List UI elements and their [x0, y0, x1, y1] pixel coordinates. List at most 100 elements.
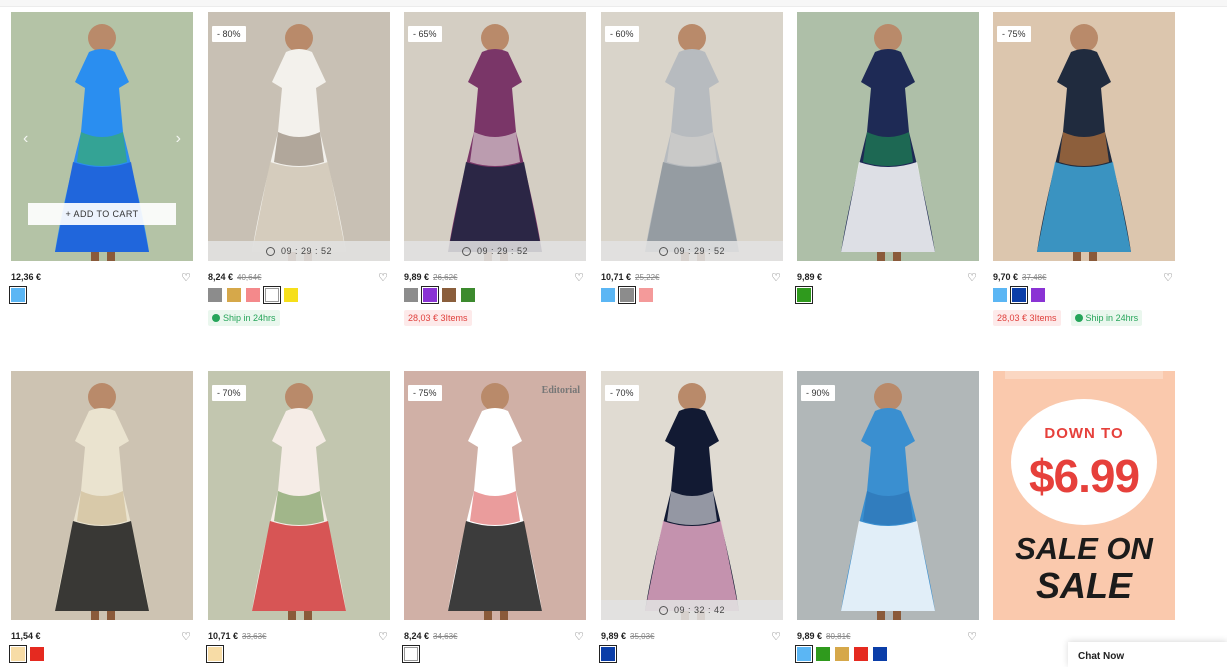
color-swatches	[208, 286, 390, 304]
product-image-art	[601, 12, 783, 261]
color-swatch[interactable]	[442, 288, 456, 302]
color-swatch[interactable]	[404, 288, 418, 302]
color-swatch[interactable]	[284, 288, 298, 302]
color-swatch[interactable]	[795, 286, 813, 304]
heart-icon[interactable]: ♡	[967, 271, 977, 284]
product-card[interactable]: 9,89 € ♡	[795, 12, 979, 304]
price-row: 12,36 € ♡	[11, 272, 193, 286]
color-swatch[interactable]	[835, 647, 849, 661]
product-card[interactable]: - 60% 09 : 29 : 52 10,71 €25,22€ ♡	[601, 12, 783, 304]
color-swatches	[404, 286, 586, 304]
countdown-timer: 09 : 32 : 42	[601, 600, 783, 620]
product-card[interactable]: - 70% 10,71 €33,63€ ♡	[206, 371, 390, 663]
product-card[interactable]: - 75% 9,70 €37,48€ ♡ 28,03 € 3Items Ship in …	[993, 12, 1175, 326]
product-image[interactable]: + ADD TO CART ‹ ›	[11, 12, 193, 261]
color-swatch[interactable]	[599, 645, 617, 663]
color-swatches	[402, 645, 586, 663]
color-swatches	[206, 645, 390, 663]
price: 9,70 €	[993, 272, 1019, 282]
chat-now-button[interactable]: Chat Now	[1068, 642, 1227, 667]
product-card[interactable]: - 65% 09 : 29 : 52 9,89 €26,62€ ♡ 28,03 € 3I…	[404, 12, 586, 326]
product-image[interactable]: - 80% 09 : 29 : 52	[208, 12, 390, 261]
heart-icon[interactable]: ♡	[967, 630, 977, 643]
heart-icon[interactable]: ♡	[1163, 271, 1173, 284]
product-image[interactable]: - 65% 09 : 29 : 52	[404, 12, 586, 261]
prev-image-icon[interactable]: ‹	[23, 130, 28, 148]
product-card[interactable]: - 90% 9,89 €80,81€ ♡	[795, 371, 979, 663]
color-swatch[interactable]	[9, 645, 27, 663]
product-card[interactable]: - 75% Editorial 8,24 €34,63€ ♡	[402, 371, 586, 663]
color-swatch[interactable]	[1031, 288, 1045, 302]
product-image-art	[404, 371, 586, 620]
price-row: 11,54 € ♡	[11, 631, 193, 645]
color-swatch[interactable]	[208, 288, 222, 302]
product-image[interactable]	[11, 371, 193, 620]
color-swatch[interactable]	[854, 647, 868, 661]
color-swatch[interactable]	[246, 288, 260, 302]
top-divider	[0, 0, 1227, 7]
heart-icon[interactable]: ♡	[574, 630, 584, 643]
timer-text: 09 : 29 : 52	[280, 246, 333, 256]
heart-icon[interactable]: ♡	[771, 271, 781, 284]
original-price: 33,63€	[242, 632, 267, 641]
color-swatch[interactable]	[402, 645, 420, 663]
discount-badge: - 60%	[605, 26, 639, 42]
price-row: 8,24 €40,64€ ♡	[208, 272, 390, 286]
product-image-art	[208, 12, 390, 261]
clock-icon	[658, 246, 668, 256]
color-swatch[interactable]	[795, 645, 813, 663]
color-swatch[interactable]	[1010, 286, 1028, 304]
product-image[interactable]: - 90%	[797, 371, 979, 620]
timer-text: 09 : 32 : 42	[673, 605, 726, 615]
promo-banner[interactable]: DOWN TO $6.99 SALE ON SALE	[993, 371, 1175, 620]
color-swatch[interactable]	[639, 288, 653, 302]
price: 9,89 €	[404, 272, 430, 282]
editorial-watermark: Editorial	[541, 385, 580, 396]
color-swatch[interactable]	[227, 288, 241, 302]
heart-icon[interactable]: ♡	[771, 630, 781, 643]
ship-label: Ship in 24hrs	[1085, 313, 1139, 323]
heart-icon[interactable]: ♡	[378, 630, 388, 643]
product-card[interactable]: + ADD TO CART ‹ › 12,36 € ♡	[9, 12, 193, 304]
color-swatch[interactable]	[9, 286, 27, 304]
price-row: 9,70 €37,48€ ♡	[993, 272, 1175, 286]
price-row: 9,89 €35,03€ ♡	[601, 631, 783, 645]
countdown-timer: 09 : 29 : 52	[208, 241, 390, 261]
product-image[interactable]: - 70%	[208, 371, 390, 620]
next-image-icon[interactable]: ›	[176, 130, 181, 148]
color-swatch[interactable]	[30, 647, 44, 661]
original-price: 25,22€	[635, 273, 660, 282]
heart-icon[interactable]: ♡	[574, 271, 584, 284]
price: 10,71 €	[208, 631, 239, 641]
heart-icon[interactable]: ♡	[378, 271, 388, 284]
countdown-timer: 09 : 29 : 52	[601, 241, 783, 261]
price-row: 8,24 €34,63€ ♡	[404, 631, 586, 645]
color-swatch[interactable]	[421, 286, 439, 304]
color-swatches	[9, 286, 193, 304]
promo-sale: SALE	[1035, 565, 1132, 606]
product-card[interactable]: 11,54 € ♡	[9, 371, 193, 663]
heart-icon[interactable]: ♡	[181, 630, 191, 643]
color-swatch[interactable]	[263, 286, 281, 304]
color-swatch[interactable]	[993, 288, 1007, 302]
color-swatch[interactable]	[461, 288, 475, 302]
color-swatch[interactable]	[618, 286, 636, 304]
product-image[interactable]: - 60% 09 : 29 : 52	[601, 12, 783, 261]
add-to-cart-button[interactable]: + ADD TO CART	[28, 203, 176, 225]
product-image[interactable]	[797, 12, 979, 261]
color-swatch[interactable]	[206, 645, 224, 663]
color-swatches	[9, 645, 193, 663]
color-swatches	[599, 645, 783, 663]
heart-icon[interactable]: ♡	[181, 271, 191, 284]
product-card[interactable]: - 80% 09 : 29 : 52 8,24 €40,64€ ♡ Ship in 24…	[208, 12, 390, 326]
product-card[interactable]: - 70% 09 : 32 : 42 9,89 €35,03€ ♡	[599, 371, 783, 663]
product-image[interactable]: - 75% Editorial	[404, 371, 586, 620]
product-tags: Ship in 24hrs	[208, 310, 390, 326]
bundle-badge: 28,03 € 3Items	[404, 310, 472, 326]
color-swatch[interactable]	[816, 647, 830, 661]
product-image[interactable]: - 70% 09 : 32 : 42	[601, 371, 783, 620]
ship-label: Ship in 24hrs	[223, 313, 276, 323]
product-image[interactable]: - 75%	[993, 12, 1175, 261]
color-swatch[interactable]	[873, 647, 887, 661]
color-swatch[interactable]	[601, 288, 615, 302]
